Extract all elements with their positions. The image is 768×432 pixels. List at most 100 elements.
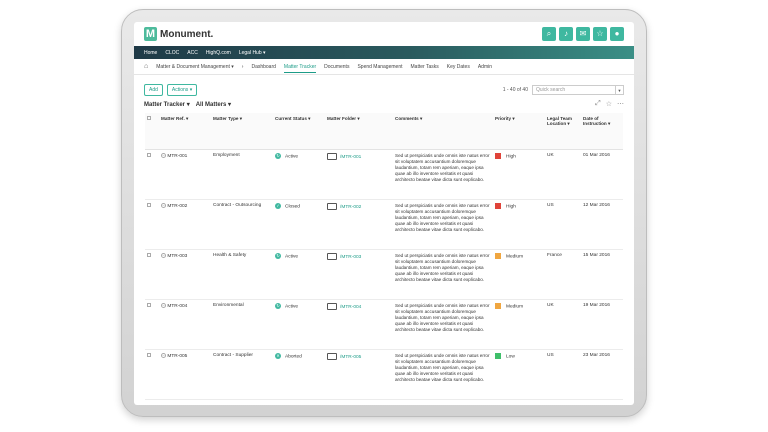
add-button[interactable]: Add: [144, 84, 163, 96]
expand-icon[interactable]: ⤢: [595, 100, 601, 108]
mail-icon[interactable]: ✉: [576, 27, 590, 41]
app-screen: M Monument. ⌕ ♪ ✉ ☆ ● Home CLOC ACC HighQ.com Le…: [134, 22, 634, 405]
view-selector[interactable]: Matter Tracker ▾: [144, 101, 190, 108]
priority-text: Medium: [506, 253, 524, 259]
nav-item-4[interactable]: Legal Hub ▾: [239, 50, 266, 56]
status-cell: ✕ Aborted: [273, 349, 325, 400]
row-checkbox[interactable]: [147, 302, 151, 307]
subnav-item-7[interactable]: Admin: [478, 64, 492, 70]
header-checkbox-cell: [145, 113, 159, 150]
folder-link[interactable]: /MTR-004: [340, 304, 361, 309]
home-icon[interactable]: ⌂: [144, 63, 148, 70]
priority-text: High: [506, 203, 516, 209]
nav-item-3[interactable]: HighQ.com: [206, 50, 231, 56]
folder-cell: /MTR-003: [325, 249, 393, 300]
folder-link[interactable]: /MTR-002: [340, 204, 361, 209]
priority-text: Medium: [506, 303, 524, 309]
subnav-item-2[interactable]: Matter Tracker: [283, 64, 317, 73]
matter-ref-cell: − MTR-001: [159, 149, 211, 200]
bell-icon[interactable]: ♪: [559, 27, 573, 41]
quick-search-input[interactable]: Quick search ▼: [532, 85, 624, 95]
user-icon[interactable]: ●: [610, 27, 624, 41]
select-all-checkbox[interactable]: [147, 116, 151, 120]
actions-button[interactable]: Actions ▾: [166, 84, 198, 96]
status-icon: ↻: [275, 252, 281, 259]
table-row[interactable]: − MTR-002 Contract - Outsourcing ✓ Closed/M…: [145, 199, 623, 250]
subnav-item-6[interactable]: Key Dates: [447, 64, 470, 70]
row-checkbox[interactable]: [147, 252, 151, 257]
matter-type: Contract - Outsourcing: [211, 199, 273, 250]
collapse-icon[interactable]: −: [161, 302, 166, 308]
nav-item-2[interactable]: ACC: [187, 50, 198, 56]
priority-cell: High: [493, 149, 545, 200]
toolbar: Add Actions ▾ 1 - 40 of 40 Quick search …: [134, 82, 634, 98]
column-header[interactable]: Legal Team Location ▾: [545, 113, 581, 150]
matter-type: Environmental: [211, 299, 273, 350]
top-bar: M Monument. ⌕ ♪ ✉ ☆ ●: [134, 22, 634, 46]
status-cell: ↻ Active: [273, 149, 325, 200]
folder-icon[interactable]: [327, 352, 337, 360]
column-header[interactable]: Date of Instruction ▾: [581, 113, 623, 150]
status-icon: ✕: [275, 352, 281, 359]
collapse-icon[interactable]: −: [161, 252, 166, 258]
priority-cell: Medium: [493, 299, 545, 350]
date-text: 19 Mar 2016: [581, 299, 623, 350]
priority-cell: High: [493, 199, 545, 250]
table-row[interactable]: − MTR-005 Contract - Supplier ✕ Aborted/MTR…: [145, 349, 623, 400]
folder-icon[interactable]: [327, 152, 337, 160]
nav-item-0[interactable]: Home: [144, 50, 157, 56]
filter-selector[interactable]: All Matters ▾: [196, 101, 231, 108]
priority-indicator: [495, 302, 501, 309]
row-checkbox-cell: [145, 299, 159, 350]
folder-cell: /MTR-001: [325, 149, 393, 200]
table-row[interactable]: − MTR-003 Health & Safety ↻ Active/MTR-003 S…: [145, 249, 623, 300]
column-header[interactable]: Current Status ▾: [273, 113, 325, 150]
column-header[interactable]: Matter Type ▾: [211, 113, 273, 150]
more-icon[interactable]: ⋯: [617, 100, 624, 108]
comment-text: Sed ut perspiciatis unde omnis iste natu…: [393, 149, 493, 200]
row-checkbox[interactable]: [147, 202, 151, 207]
matter-ref: MTR-003: [167, 253, 188, 259]
folder-cell: /MTR-002: [325, 199, 393, 250]
column-header[interactable]: Matter Folder ▾: [325, 113, 393, 150]
date-text: 15 Mar 2016: [581, 249, 623, 300]
search-icon[interactable]: ⌕: [542, 27, 556, 41]
folder-link[interactable]: /MTR-001: [340, 154, 361, 159]
matter-ref: MTR-004: [167, 303, 188, 309]
matter-type: Health & Safety: [211, 249, 273, 300]
folder-link[interactable]: /MTR-005: [340, 354, 361, 359]
row-checkbox[interactable]: [147, 352, 151, 357]
row-checkbox[interactable]: [147, 152, 151, 157]
subnav-item-0[interactable]: Matter & Document Management ▾: [156, 64, 234, 70]
status-text: Closed: [285, 203, 300, 209]
nav-item-1[interactable]: CLOC: [165, 50, 179, 56]
priority-cell: Low: [493, 349, 545, 400]
star-icon[interactable]: ☆: [593, 27, 607, 41]
subnav-item-4[interactable]: Spend Management: [357, 64, 402, 70]
comment-text: Sed ut perspiciatis unde omnis iste natu…: [393, 249, 493, 300]
date-text: 01 Mar 2016: [581, 149, 623, 200]
priority-cell: Medium: [493, 249, 545, 300]
table-row[interactable]: − MTR-004 Environmental ↻ Active/MTR-004 Sed…: [145, 299, 623, 350]
column-header[interactable]: Matter Ref. ▾: [159, 113, 211, 150]
top-icons: ⌕ ♪ ✉ ☆ ●: [542, 27, 624, 41]
folder-link[interactable]: /MTR-003: [340, 254, 361, 259]
column-header[interactable]: Comments ▾: [393, 113, 493, 150]
folder-icon[interactable]: [327, 252, 337, 260]
subnav-item-1[interactable]: Dashboard: [251, 64, 275, 70]
subnav-item-5[interactable]: Matter Tasks: [411, 64, 439, 70]
collapse-icon[interactable]: −: [161, 352, 166, 358]
folder-icon[interactable]: [327, 202, 337, 210]
folder-icon[interactable]: [327, 302, 337, 310]
matter-ref-cell: − MTR-002: [159, 199, 211, 250]
logo[interactable]: M Monument.: [144, 27, 213, 41]
matter-type: Contract - Supplier: [211, 349, 273, 400]
subnav-item-3[interactable]: Documents: [324, 64, 349, 70]
table-row[interactable]: − MTR-001 Employment ↻ Active/MTR-001 Sed ut…: [145, 149, 623, 200]
star-icon[interactable]: ☆: [606, 100, 612, 108]
chevron-down-icon[interactable]: ▼: [615, 86, 623, 94]
collapse-icon[interactable]: −: [161, 152, 166, 158]
collapse-icon[interactable]: −: [161, 202, 166, 208]
column-header[interactable]: Priority ▾: [493, 113, 545, 150]
status-cell: ↻ Active: [273, 249, 325, 300]
